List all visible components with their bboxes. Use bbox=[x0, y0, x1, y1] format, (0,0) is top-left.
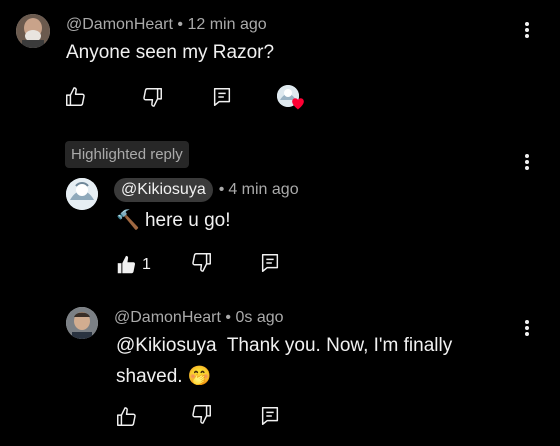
reply1-reply-button[interactable] bbox=[257, 250, 283, 276]
like-icon bbox=[66, 87, 85, 106]
reply1-header: @Kikiosuya • 4 min ago bbox=[114, 178, 299, 202]
more-vert-icon bbox=[525, 22, 529, 38]
dislike-icon bbox=[192, 405, 211, 424]
reply2-header: @DamonHeart • 0s ago bbox=[114, 309, 284, 327]
reply2-reply-button[interactable] bbox=[257, 403, 283, 429]
like-icon bbox=[117, 407, 136, 426]
highlighted-reply-label: Highlighted reply bbox=[65, 141, 189, 168]
meta-separator: • bbox=[225, 309, 232, 326]
creator-heart[interactable] bbox=[277, 85, 305, 113]
comment-text: Anyone seen my Razor? bbox=[66, 42, 275, 63]
reply1-author-chip[interactable]: @Kikiosuya bbox=[114, 178, 213, 202]
hammer-emoji-icon: 🔨 bbox=[116, 210, 140, 231]
avatar-damonheart-reply[interactable] bbox=[66, 307, 98, 339]
dislike-button[interactable] bbox=[140, 84, 166, 110]
reply-button[interactable] bbox=[209, 84, 235, 110]
reply1-text-body: here u go! bbox=[144, 210, 231, 231]
reply1-time[interactable]: 4 min ago bbox=[228, 181, 298, 199]
meta-separator: • bbox=[218, 181, 225, 198]
dislike-icon bbox=[143, 88, 162, 107]
reply2-author[interactable]: @DamonHeart bbox=[114, 309, 221, 326]
reply2-text-line2: shaved. 🤭 bbox=[116, 364, 212, 388]
more-vert-icon bbox=[525, 154, 529, 170]
reply1-text: 🔨 here u go! bbox=[116, 208, 231, 232]
reply-icon bbox=[213, 88, 231, 106]
reply-icon bbox=[261, 407, 279, 425]
reply1-more-button[interactable] bbox=[517, 149, 537, 175]
avatar-kikiosuya[interactable] bbox=[66, 178, 98, 210]
comment-more-button[interactable] bbox=[517, 17, 537, 43]
hand-over-mouth-emoji-icon: 🤭 bbox=[187, 366, 212, 387]
like-filled-icon bbox=[117, 255, 136, 274]
reply2-text-end: shaved. bbox=[116, 366, 183, 387]
reply1-like-button[interactable] bbox=[113, 252, 139, 278]
reply2-mention[interactable]: @Kikiosuya bbox=[116, 335, 217, 356]
reply2-like-button[interactable] bbox=[113, 404, 139, 430]
reply2-text-line1: @Kikiosuya Thank you. Now, I'm finally bbox=[116, 335, 452, 357]
avatar-damonheart[interactable] bbox=[16, 14, 50, 48]
comment-time[interactable]: 12 min ago bbox=[187, 16, 266, 33]
like-button[interactable] bbox=[62, 84, 88, 110]
reply1-dislike-button[interactable] bbox=[189, 249, 215, 275]
reply2-time[interactable]: 0s ago bbox=[235, 309, 283, 326]
reply2-more-button[interactable] bbox=[517, 315, 537, 341]
reply2-text-body: Thank you. Now, I'm finally bbox=[226, 335, 453, 356]
reply2-dislike-button[interactable] bbox=[189, 401, 215, 427]
creator-heart-icon bbox=[292, 98, 304, 110]
comment-author[interactable]: @DamonHeart bbox=[66, 16, 173, 33]
more-vert-icon bbox=[525, 320, 529, 336]
dislike-icon bbox=[192, 253, 211, 272]
reply-icon bbox=[261, 254, 279, 272]
comment-header: @DamonHeart • 12 min ago bbox=[66, 16, 267, 34]
meta-separator: • bbox=[177, 16, 184, 33]
reply1-like-count: 1 bbox=[142, 256, 151, 273]
